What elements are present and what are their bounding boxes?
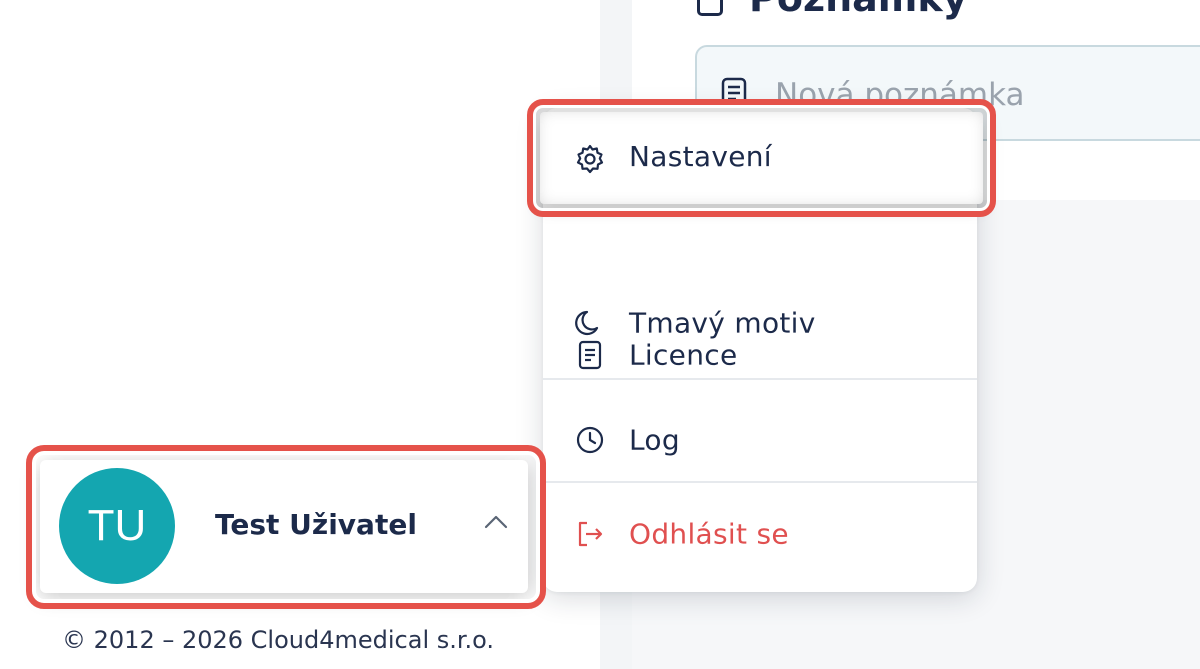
logout-icon [575, 519, 605, 549]
notes-title: Poznámky [749, 0, 967, 20]
menu-divider [543, 378, 977, 380]
notes-icon [697, 0, 723, 16]
menu-item-log[interactable]: Log [543, 400, 977, 480]
menu-item-label: Nastavení [629, 140, 772, 173]
menu-item-label: Log [629, 423, 680, 457]
menu-item-logout[interactable]: Odhlásit se [543, 494, 977, 574]
menu-item-settings[interactable]: Nastavení [540, 112, 983, 204]
notes-heading: Poznámky [697, 0, 967, 20]
moon-icon [575, 308, 605, 338]
clock-icon [575, 425, 605, 455]
menu-divider [543, 481, 977, 483]
menu-item-label: Odhlásit se [629, 517, 789, 551]
copyright: © 2012 – 2026 Cloud4medical s.r.o. [62, 626, 495, 654]
avatar: TU [59, 468, 175, 584]
user-name: Test Uživatel [215, 508, 417, 541]
menu-item-label: Tmavý motiv [629, 306, 816, 340]
chevron-up-icon [483, 514, 509, 534]
menu-item-dark-theme[interactable]: Tmavý motiv [543, 283, 977, 363]
gear-icon [574, 143, 606, 179]
